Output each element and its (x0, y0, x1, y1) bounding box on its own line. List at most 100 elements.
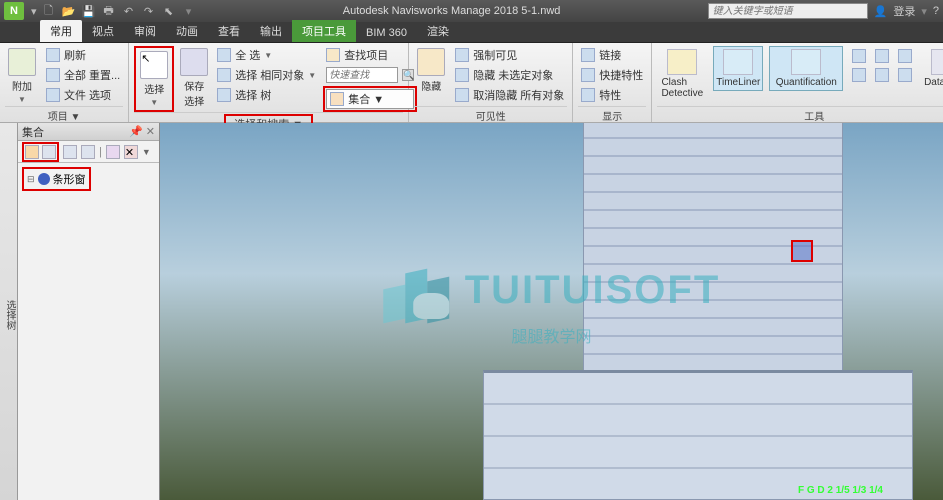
panel-display: 链接 快捷特性 特性 显示 (573, 43, 652, 122)
refresh-icon (46, 48, 60, 62)
tool-mini-5[interactable] (872, 67, 892, 83)
tool-mini-2[interactable] (872, 48, 892, 64)
collections-dropdown[interactable]: 集合 ▼ (326, 89, 414, 109)
append-icon (8, 48, 36, 76)
select-all-button[interactable]: 全 选▼ (214, 46, 319, 64)
selection-tree-button[interactable]: 选择 树 (214, 86, 319, 104)
select-arrow-icon: ↖ (140, 51, 168, 79)
select-all-icon (217, 48, 231, 62)
panel-display-title: 显示 (578, 106, 646, 122)
reset-icon (46, 68, 60, 82)
window-title: Autodesk Navisworks Manage 2018 5-1.nwd (196, 5, 708, 17)
tool-mini-1[interactable] (849, 48, 869, 64)
duplicate-set-icon[interactable] (81, 145, 95, 159)
select-same-icon (217, 68, 231, 82)
quick-access-toolbar: 🗋 📂 💾 🖶 ↶ ↷ ⬉ ▾ (42, 4, 196, 18)
tab-output[interactable]: 输出 (250, 20, 292, 42)
new-search-set-icon[interactable] (25, 145, 39, 159)
timeliner-icon (723, 49, 753, 75)
properties-button[interactable]: 特性 (578, 86, 646, 104)
reset-all-button[interactable]: 全部 重置... (43, 66, 123, 84)
clash-detective-button[interactable]: Clash Detective (657, 46, 707, 102)
tree-icon (217, 88, 231, 102)
new-selection-set-icon[interactable] (42, 145, 56, 159)
clash-icon (667, 49, 697, 75)
viewport-3d[interactable]: F G D 2 1/5 1/3 1/4 TUITUISOFT 腿腿教学网 (160, 123, 943, 500)
tab-review[interactable]: 审阅 (124, 20, 166, 42)
tab-project-tools[interactable]: 项目工具 (292, 20, 356, 42)
open-icon[interactable]: 📂 (62, 4, 76, 18)
save-icon[interactable]: 💾 (82, 4, 96, 18)
hide-unselected-button[interactable]: 隐藏 未选定对象 (452, 66, 567, 84)
select-arrow-icon[interactable]: ⬉ (162, 4, 176, 18)
new-icon[interactable]: 🗋 (42, 4, 56, 18)
unhide-all-button[interactable]: 取消隐藏 所有对象 (452, 86, 567, 104)
set-item-strip-window[interactable]: ⊟ 条形窗 (25, 170, 88, 188)
panel-pin-icon[interactable]: 📌 ✕ (129, 125, 155, 138)
autodesk-rendering-icon (852, 49, 866, 63)
tab-viewpoint[interactable]: 视点 (82, 20, 124, 42)
panel-visibility: 隐藏 强制可见 隐藏 未选定对象 取消隐藏 所有对象 可见性 (409, 43, 573, 122)
find-items-button[interactable]: 查找项目 (323, 46, 417, 64)
save-set-icon[interactable] (63, 145, 77, 159)
tab-bim360[interactable]: BIM 360 (356, 24, 417, 42)
infocenter-icon[interactable]: 👤 (874, 5, 888, 18)
timeliner-button[interactable]: TimeLiner (713, 46, 763, 91)
select-dropdown[interactable]: ↖ 选择 ▼ (137, 49, 171, 109)
quick-search-row: 🔍 (323, 66, 417, 84)
selection-set-icon (38, 173, 50, 185)
panel-select-search: ↖ 选择 ▼ 保存 选择 全 选▼ 选择 相同对象▼ 选择 树 查找项目 🔍 集… (129, 43, 409, 122)
quick-search-input[interactable] (326, 67, 398, 83)
import-export-icon[interactable] (106, 145, 120, 159)
animator-icon (875, 49, 889, 63)
selection-tree-tab[interactable]: 选择树 (0, 123, 18, 500)
grid-labels: F G D 2 1/5 1/3 1/4 (798, 485, 883, 496)
highlight-selected-window[interactable] (791, 240, 813, 262)
refresh-button[interactable]: 刷新 (43, 46, 123, 64)
sets-panel-header[interactable]: 集合 📌 ✕ (18, 123, 159, 141)
tab-animation[interactable]: 动画 (166, 20, 208, 42)
tree-expand-icon[interactable]: ⊟ (27, 174, 35, 185)
save-selection-button[interactable]: 保存 选择 (178, 46, 210, 110)
tool-mini-6[interactable] (895, 67, 915, 83)
print-icon[interactable]: 🖶 (102, 4, 116, 18)
quantification-button[interactable]: Quantification (769, 46, 843, 91)
tool-mini-4[interactable] (849, 67, 869, 83)
delete-set-icon[interactable]: ✕ (124, 145, 138, 159)
links-button[interactable]: 链接 (578, 46, 646, 64)
file-options-button[interactable]: 文件 选项 (43, 86, 123, 104)
tab-home[interactable]: 常用 (40, 20, 82, 42)
panel-project: 附加 ▼ 刷新 全部 重置... 文件 选项 项目 ▼ (0, 43, 129, 122)
keyword-search-input[interactable] (708, 3, 868, 19)
building-podium (483, 370, 913, 500)
undo-icon[interactable]: ↶ (122, 4, 136, 18)
force-visible-button[interactable]: 强制可见 (452, 46, 567, 64)
tab-view[interactable]: 查看 (208, 20, 250, 42)
tool-mini-3[interactable] (895, 48, 915, 64)
panel-tools-title: 工具 (657, 106, 943, 122)
sets-toolbar: | ✕ ▼ (18, 141, 159, 163)
unhide-icon (455, 88, 469, 102)
set-item-label: 条形窗 (53, 171, 86, 187)
panel-project-title[interactable]: 项目 ▼ (5, 106, 123, 122)
hide-unselected-icon (455, 68, 469, 82)
tab-render[interactable]: 渲染 (417, 20, 459, 42)
select-same-button[interactable]: 选择 相同对象▼ (214, 66, 319, 84)
highlight-tree-item: ⊟ 条形窗 (22, 167, 91, 191)
login-button[interactable]: 登录 (893, 3, 915, 19)
title-bar: N ▾ 🗋 📂 💾 🖶 ↶ ↷ ⬉ ▾ Autodesk Navisworks … (0, 0, 943, 22)
scripter-icon (898, 49, 912, 63)
highlight-select-button: ↖ 选择 ▼ (134, 46, 174, 112)
properties-icon (581, 88, 595, 102)
app-icon[interactable]: N (4, 2, 24, 20)
append-button[interactable]: 附加 ▼ (5, 46, 39, 106)
ribbon-tabs: 常用 视点 审阅 动画 查看 输出 项目工具 BIM 360 渲染 (0, 22, 943, 43)
help-icon[interactable]: ? (933, 5, 939, 17)
quick-properties-button[interactable]: 快捷特性 (578, 66, 646, 84)
datatools-button[interactable]: DataTools (921, 46, 943, 91)
force-visible-icon (455, 48, 469, 62)
save-selection-icon (180, 48, 208, 76)
find-icon (326, 48, 340, 62)
redo-icon[interactable]: ↷ (142, 4, 156, 18)
hide-button[interactable]: 隐藏 (414, 46, 448, 95)
